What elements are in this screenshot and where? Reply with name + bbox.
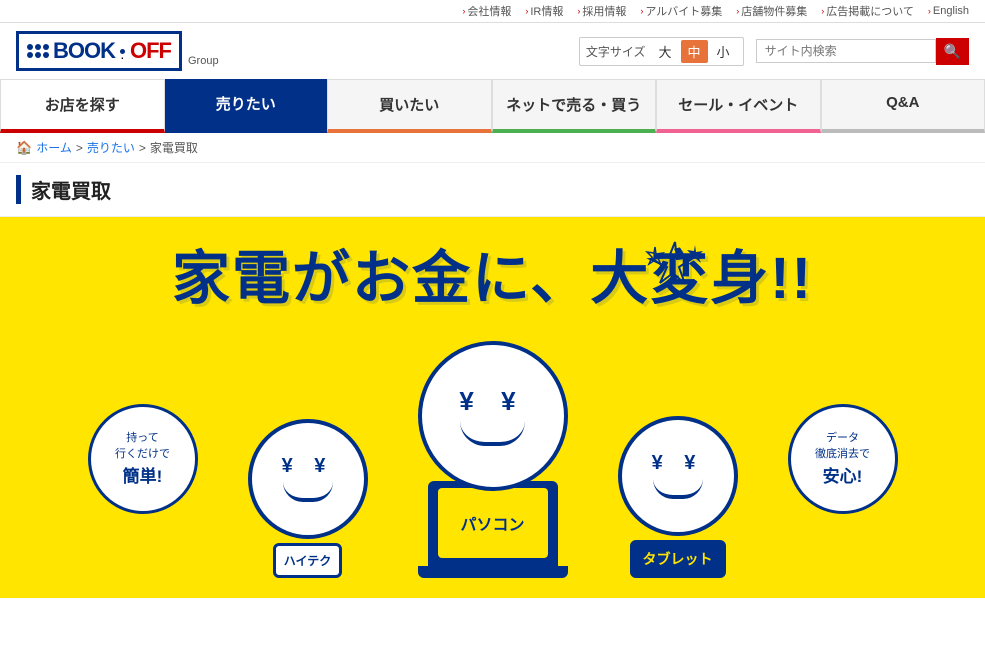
nav-item-sale[interactable]: セール・イベント: [656, 79, 821, 133]
topnav-item-company[interactable]: › 会社情報: [456, 3, 517, 19]
font-small-button[interactable]: 小: [710, 40, 737, 63]
right-bubble-line1: データ: [826, 431, 859, 446]
main-nav: お店を探す 売りたい 買いたい ネットで売る・買う セール・イベント Q&A: [0, 79, 985, 133]
topnav-item-english[interactable]: › English: [922, 5, 975, 17]
topnav-item-recruit[interactable]: › 採用情報: [571, 3, 632, 19]
arrow-icon: ›: [525, 6, 528, 16]
char-center-head: ¥ ¥: [418, 341, 568, 491]
logo-area[interactable]: BOOK · OFF Group: [16, 31, 219, 71]
left-bubble-line2: 行くだけで: [115, 447, 170, 462]
character-right: ¥ ¥ タブレット: [618, 416, 738, 578]
logo-dots: [27, 44, 49, 58]
font-size-control: 文字サイズ 大 中 小: [579, 37, 744, 66]
arrow-icon: ›: [577, 6, 580, 16]
breadcrumb-sep1: >: [76, 141, 83, 155]
banner-title: 家電がお金に、大変身!!: [172, 247, 813, 311]
char-right-eyes: ¥ ¥: [652, 452, 704, 475]
right-bubble-bigtext: 安心!: [823, 462, 863, 487]
tablet-label: タブレット: [630, 540, 726, 578]
search-button[interactable]: 🔍: [936, 38, 969, 65]
char-center-eyes: ¥ ¥: [459, 386, 525, 417]
arrow-icon: ›: [821, 6, 824, 16]
left-bubble: 持って 行くだけで 簡単!: [88, 404, 198, 514]
logo-dot-separator: ·: [120, 49, 125, 54]
arrow-icon: ›: [928, 6, 931, 16]
font-large-button[interactable]: 大: [652, 40, 679, 63]
char-left-smile: [283, 482, 333, 502]
topnav-item-parttime[interactable]: › アルバイト募集: [634, 3, 728, 19]
nav-item-online[interactable]: ネットで売る・買う: [492, 79, 657, 133]
logo-group-text: Group: [188, 55, 219, 67]
logo-off-text: OFF: [130, 38, 171, 64]
breadcrumb-home-link[interactable]: ホーム: [36, 139, 72, 156]
logo-book-text: BOOK: [53, 38, 115, 64]
char-left-card: ハイテク: [273, 543, 343, 578]
breadcrumb-sep2: >: [139, 141, 146, 155]
char-right-body: タブレット: [630, 540, 726, 578]
char-left-head: ¥ ¥: [248, 419, 368, 539]
search-input[interactable]: [756, 39, 936, 63]
top-nav: › 会社情報 › IR情報 › 採用情報 › アルバイト募集 › 店舗物件募集 …: [0, 0, 985, 23]
nav-item-sell[interactable]: 売りたい: [165, 79, 328, 133]
arrow-icon: ›: [736, 6, 739, 16]
nav-item-buy[interactable]: 買いたい: [327, 79, 492, 133]
topnav-item-ir[interactable]: › IR情報: [519, 3, 569, 19]
nav-item-find[interactable]: お店を探す: [0, 79, 165, 133]
arrow-icon: ›: [640, 6, 643, 16]
breadcrumb: 🏠 ホーム > 売りたい > 家電買取: [0, 133, 985, 163]
char-left-body: ハイテク: [273, 543, 343, 578]
character-center: ¥ ¥ パソコン: [418, 341, 568, 578]
breadcrumb-sell-link[interactable]: 売りたい: [87, 139, 135, 156]
topnav-item-ad[interactable]: › 広告掲載について: [815, 3, 920, 19]
character-left: ¥ ¥ ハイテク: [248, 419, 368, 578]
logo-box: BOOK · OFF: [16, 31, 182, 71]
char-center-smile: [460, 421, 525, 446]
left-bubble-bigtext: 簡単!: [123, 462, 163, 487]
banner: 家電がお金に、大変身!! 持って 行くだけで 簡単! ¥ ¥ ハイテク ¥ ¥: [0, 217, 985, 598]
page-title-area: 家電買取: [0, 163, 985, 217]
right-bubble: データ 徹底消去で 安心!: [788, 404, 898, 514]
breadcrumb-current: 家電買取: [150, 139, 198, 156]
home-icon: 🏠: [16, 140, 32, 156]
font-mid-button[interactable]: 中: [681, 40, 708, 63]
char-right-smile: [653, 479, 703, 499]
page-title: 家電買取: [16, 175, 969, 204]
character-wrapper: 持って 行くだけで 簡単! ¥ ¥ ハイテク ¥ ¥: [88, 341, 898, 578]
nav-item-qa[interactable]: Q&A: [821, 79, 985, 133]
header: BOOK · OFF Group 文字サイズ 大 中 小 🔍: [0, 23, 985, 79]
topnav-item-store[interactable]: › 店舗物件募集: [730, 3, 813, 19]
right-bubble-line2: 徹底消去で: [815, 447, 870, 462]
laptop-body: パソコン: [428, 481, 558, 566]
header-right: 文字サイズ 大 中 小 🔍: [579, 37, 969, 66]
font-size-label: 文字サイズ: [586, 43, 646, 60]
laptop-base: [418, 566, 568, 578]
left-bubble-line1: 持って: [126, 431, 158, 446]
arrow-icon: ›: [462, 6, 465, 16]
char-left-eyes: ¥ ¥: [282, 455, 334, 478]
laptop-screen: パソコン: [438, 488, 548, 558]
char-right-head: ¥ ¥: [618, 416, 738, 536]
laptop-label: パソコン: [460, 511, 524, 535]
search-area: 🔍: [756, 38, 969, 65]
